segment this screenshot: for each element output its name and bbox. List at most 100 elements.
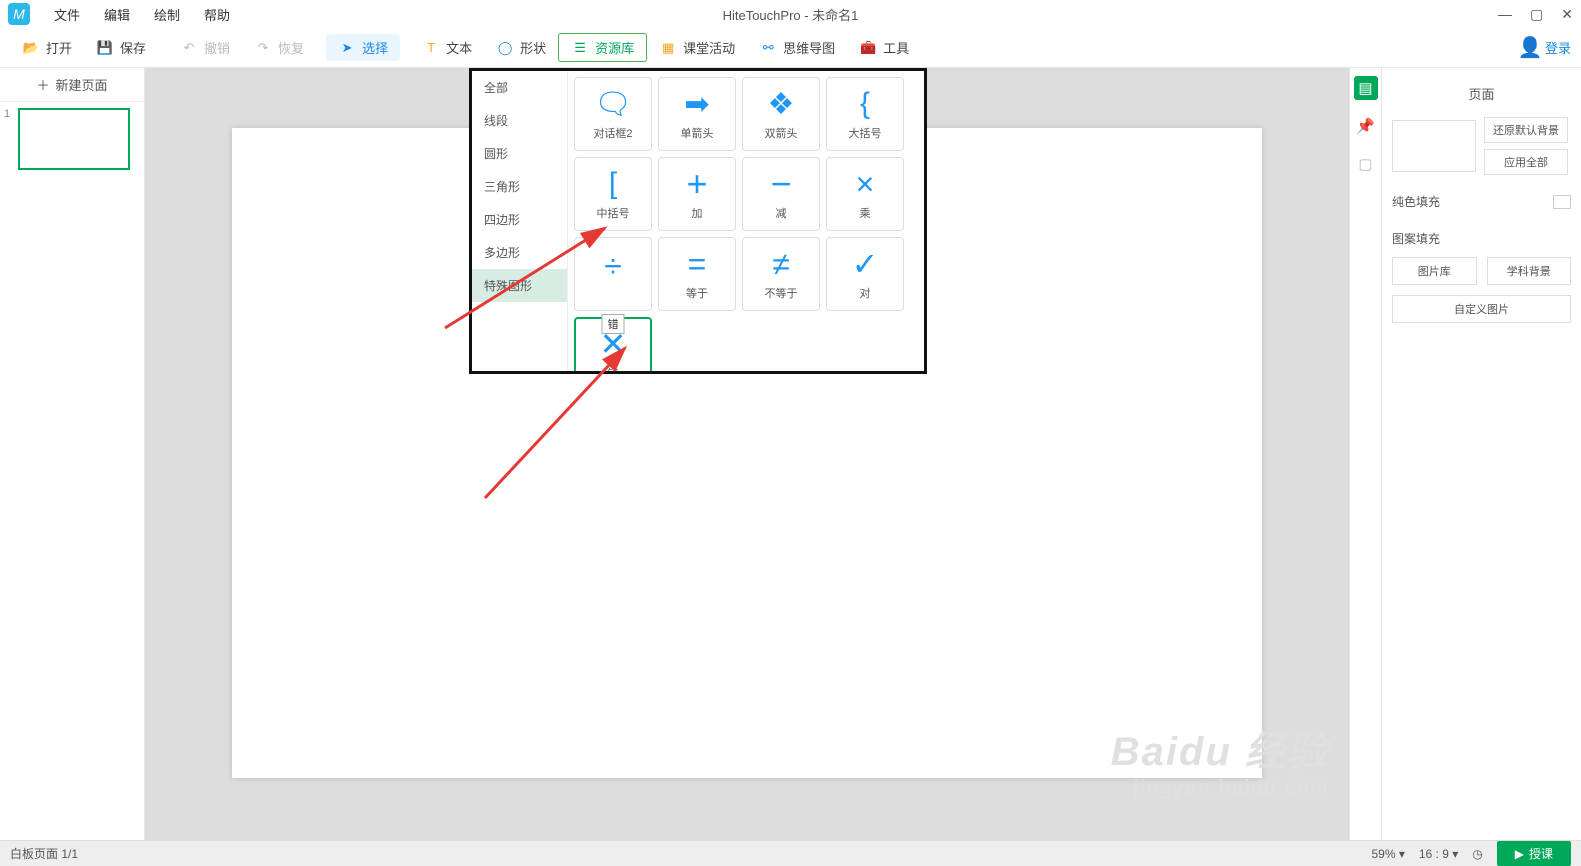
main-area: ＋新建页面 1 全部 线段 圆形 三角形 四边形 多边形 特殊图形 🗨对话框2 … xyxy=(0,68,1581,840)
watermark: Baidu 经验 jingyan.baidu.com xyxy=(1111,719,1329,800)
new-slide-button[interactable]: ＋新建页面 xyxy=(0,68,144,102)
shape-neq[interactable]: ≠不等于 xyxy=(742,237,820,311)
img-lib-button[interactable]: 图片库 xyxy=(1392,257,1477,285)
category-polygon[interactable]: 多边形 xyxy=(472,236,567,269)
shape-button[interactable]: ◯形状 xyxy=(484,34,558,61)
tab-screen[interactable]: ▢ xyxy=(1354,152,1378,176)
pattern-fill-label: 图案填充 xyxy=(1392,230,1571,247)
undo-button[interactable]: ↶撤销 xyxy=(168,34,242,61)
right-tab-strip: ▤ 📌 ▢ xyxy=(1349,68,1381,840)
login-button[interactable]: 👤登录 xyxy=(1521,38,1571,57)
tab-page[interactable]: ▤ xyxy=(1354,76,1378,100)
tab-pin[interactable]: 📌 xyxy=(1354,114,1378,138)
redo-button[interactable]: ↷恢复 xyxy=(242,34,316,61)
close-icon[interactable]: ✕ xyxy=(1561,6,1573,23)
category-all[interactable]: 全部 xyxy=(472,71,567,104)
category-line[interactable]: 线段 xyxy=(472,104,567,137)
open-button[interactable]: 📂打开 xyxy=(10,34,84,61)
resource-popup: 全部 线段 圆形 三角形 四边形 多边形 特殊图形 🗨对话框2 ➡单箭头 ❖双箭… xyxy=(469,68,927,374)
category-circle[interactable]: 圆形 xyxy=(472,137,567,170)
user-icon: 👤 xyxy=(1521,39,1539,57)
menu-bar: M 文件 编辑 绘制 帮助 HiteTouchPro - 未命名1 — ▢ ✕ xyxy=(0,0,1581,28)
zoom-level[interactable]: 59% ▾ xyxy=(1371,847,1404,861)
play-icon: ▶ xyxy=(1515,847,1524,861)
menu-help[interactable]: 帮助 xyxy=(192,5,242,24)
folder-icon: 📂 xyxy=(22,39,40,57)
menu-file[interactable]: 文件 xyxy=(42,5,92,24)
tools-icon: 🧰 xyxy=(859,39,877,57)
shape-arrow-double[interactable]: ❖双箭头 xyxy=(742,77,820,151)
times-icon: × xyxy=(856,163,875,205)
canvas-area: 全部 线段 圆形 三角形 四边形 多边形 特殊图形 🗨对话框2 ➡单箭头 ❖双箭… xyxy=(145,68,1349,840)
slide-thumb-row[interactable]: 1 xyxy=(0,102,144,176)
divide-icon: ÷ xyxy=(604,245,622,287)
bracket-icon: [ xyxy=(609,163,617,205)
right-panel-title: 页面 xyxy=(1392,78,1571,117)
activity-button[interactable]: ▦课堂活动 xyxy=(647,34,747,61)
aspect-ratio[interactable]: 16 : 9 ▾ xyxy=(1419,847,1458,861)
select-button[interactable]: ➤选择 xyxy=(326,34,400,61)
speech-icon: 🗨 xyxy=(594,83,632,125)
resource-button[interactable]: ☰资源库 xyxy=(558,33,647,62)
solid-fill-label: 纯色填充 xyxy=(1392,193,1440,210)
check-icon: ✓ xyxy=(852,243,879,285)
shape-equals[interactable]: =等于 xyxy=(658,237,736,311)
minimize-icon[interactable]: — xyxy=(1498,6,1512,23)
subject-bg-button[interactable]: 学科背景 xyxy=(1487,257,1572,285)
text-button[interactable]: T文本 xyxy=(410,34,484,61)
apply-all-button[interactable]: 应用全部 xyxy=(1484,149,1568,175)
equals-icon: = xyxy=(688,243,707,285)
color-swatch[interactable] xyxy=(1553,195,1571,209)
brace-icon: { xyxy=(860,83,870,125)
shape-minus[interactable]: −减 xyxy=(742,157,820,231)
resource-icon: ☰ xyxy=(571,39,589,57)
activity-icon: ▦ xyxy=(659,39,677,57)
shape-check[interactable]: ✓对 xyxy=(826,237,904,311)
slide-number: 1 xyxy=(4,108,14,120)
category-triangle[interactable]: 三角形 xyxy=(472,170,567,203)
window-title: HiteTouchPro - 未命名1 xyxy=(723,5,859,24)
page-count: 白板页面 1/1 xyxy=(10,845,78,862)
shape-grid: 🗨对话框2 ➡单箭头 ❖双箭头 {大括号 [中括号 +加 −减 ×乘 ÷ 错 =… xyxy=(568,71,924,371)
arrow-right-icon: ➡ xyxy=(684,83,709,125)
shape-plus[interactable]: +加 xyxy=(658,157,736,231)
neq-icon: ≠ xyxy=(772,243,790,285)
mindmap-button[interactable]: ⚯思维导图 xyxy=(747,34,847,61)
plus-icon: ＋ xyxy=(36,75,49,94)
save-icon: 💾 xyxy=(96,39,114,57)
tools-button[interactable]: 🧰工具 xyxy=(847,34,921,61)
bg-preview xyxy=(1392,120,1476,172)
shape-icon: ◯ xyxy=(496,39,514,57)
save-button[interactable]: 💾保存 xyxy=(84,34,158,61)
shape-arrow-single[interactable]: ➡单箭头 xyxy=(658,77,736,151)
restore-bg-button[interactable]: 还原默认背景 xyxy=(1484,117,1568,143)
category-quad[interactable]: 四边形 xyxy=(472,203,567,236)
custom-img-button[interactable]: 自定义图片 xyxy=(1392,295,1571,323)
timer-icon[interactable]: ◷ xyxy=(1472,847,1482,861)
right-panel: 页面 还原默认背景 应用全部 纯色填充 图案填充 图片库 学科背景 自定义图片 xyxy=(1381,68,1581,840)
slide-thumbnail[interactable] xyxy=(18,108,130,170)
mindmap-icon: ⚯ xyxy=(759,39,777,57)
shape-divide[interactable]: ÷ 错 xyxy=(574,237,652,311)
arrow-both-icon: ❖ xyxy=(768,83,795,125)
slide-panel: ＋新建页面 1 xyxy=(0,68,145,840)
shape-brace[interactable]: {大括号 xyxy=(826,77,904,151)
toolbar: 📂打开 💾保存 ↶撤销 ↷恢复 ➤选择 T文本 ◯形状 ☰资源库 ▦课堂活动 ⚯… xyxy=(0,28,1581,68)
shape-speech2[interactable]: 🗨对话框2 xyxy=(574,77,652,151)
shape-times[interactable]: ×乘 xyxy=(826,157,904,231)
category-special[interactable]: 特殊图形 xyxy=(472,269,567,302)
menu-edit[interactable]: 编辑 xyxy=(92,5,142,24)
shape-bracket[interactable]: [中括号 xyxy=(574,157,652,231)
maximize-icon[interactable]: ▢ xyxy=(1530,6,1543,23)
undo-icon: ↶ xyxy=(180,39,198,57)
teach-button[interactable]: ▶授课 xyxy=(1497,841,1571,866)
status-bar: 白板页面 1/1 59% ▾ 16 : 9 ▾ ◷ ▶授课 xyxy=(0,840,1581,866)
app-logo-icon: M xyxy=(8,3,30,25)
redo-icon: ↷ xyxy=(254,39,272,57)
cursor-icon: ➤ xyxy=(338,39,356,57)
text-icon: T xyxy=(422,39,440,57)
menu-draw[interactable]: 绘制 xyxy=(142,5,192,24)
shape-tooltip: 错 xyxy=(602,314,625,334)
plus-shape-icon: + xyxy=(686,163,707,205)
shape-category-list: 全部 线段 圆形 三角形 四边形 多边形 特殊图形 xyxy=(472,71,568,371)
